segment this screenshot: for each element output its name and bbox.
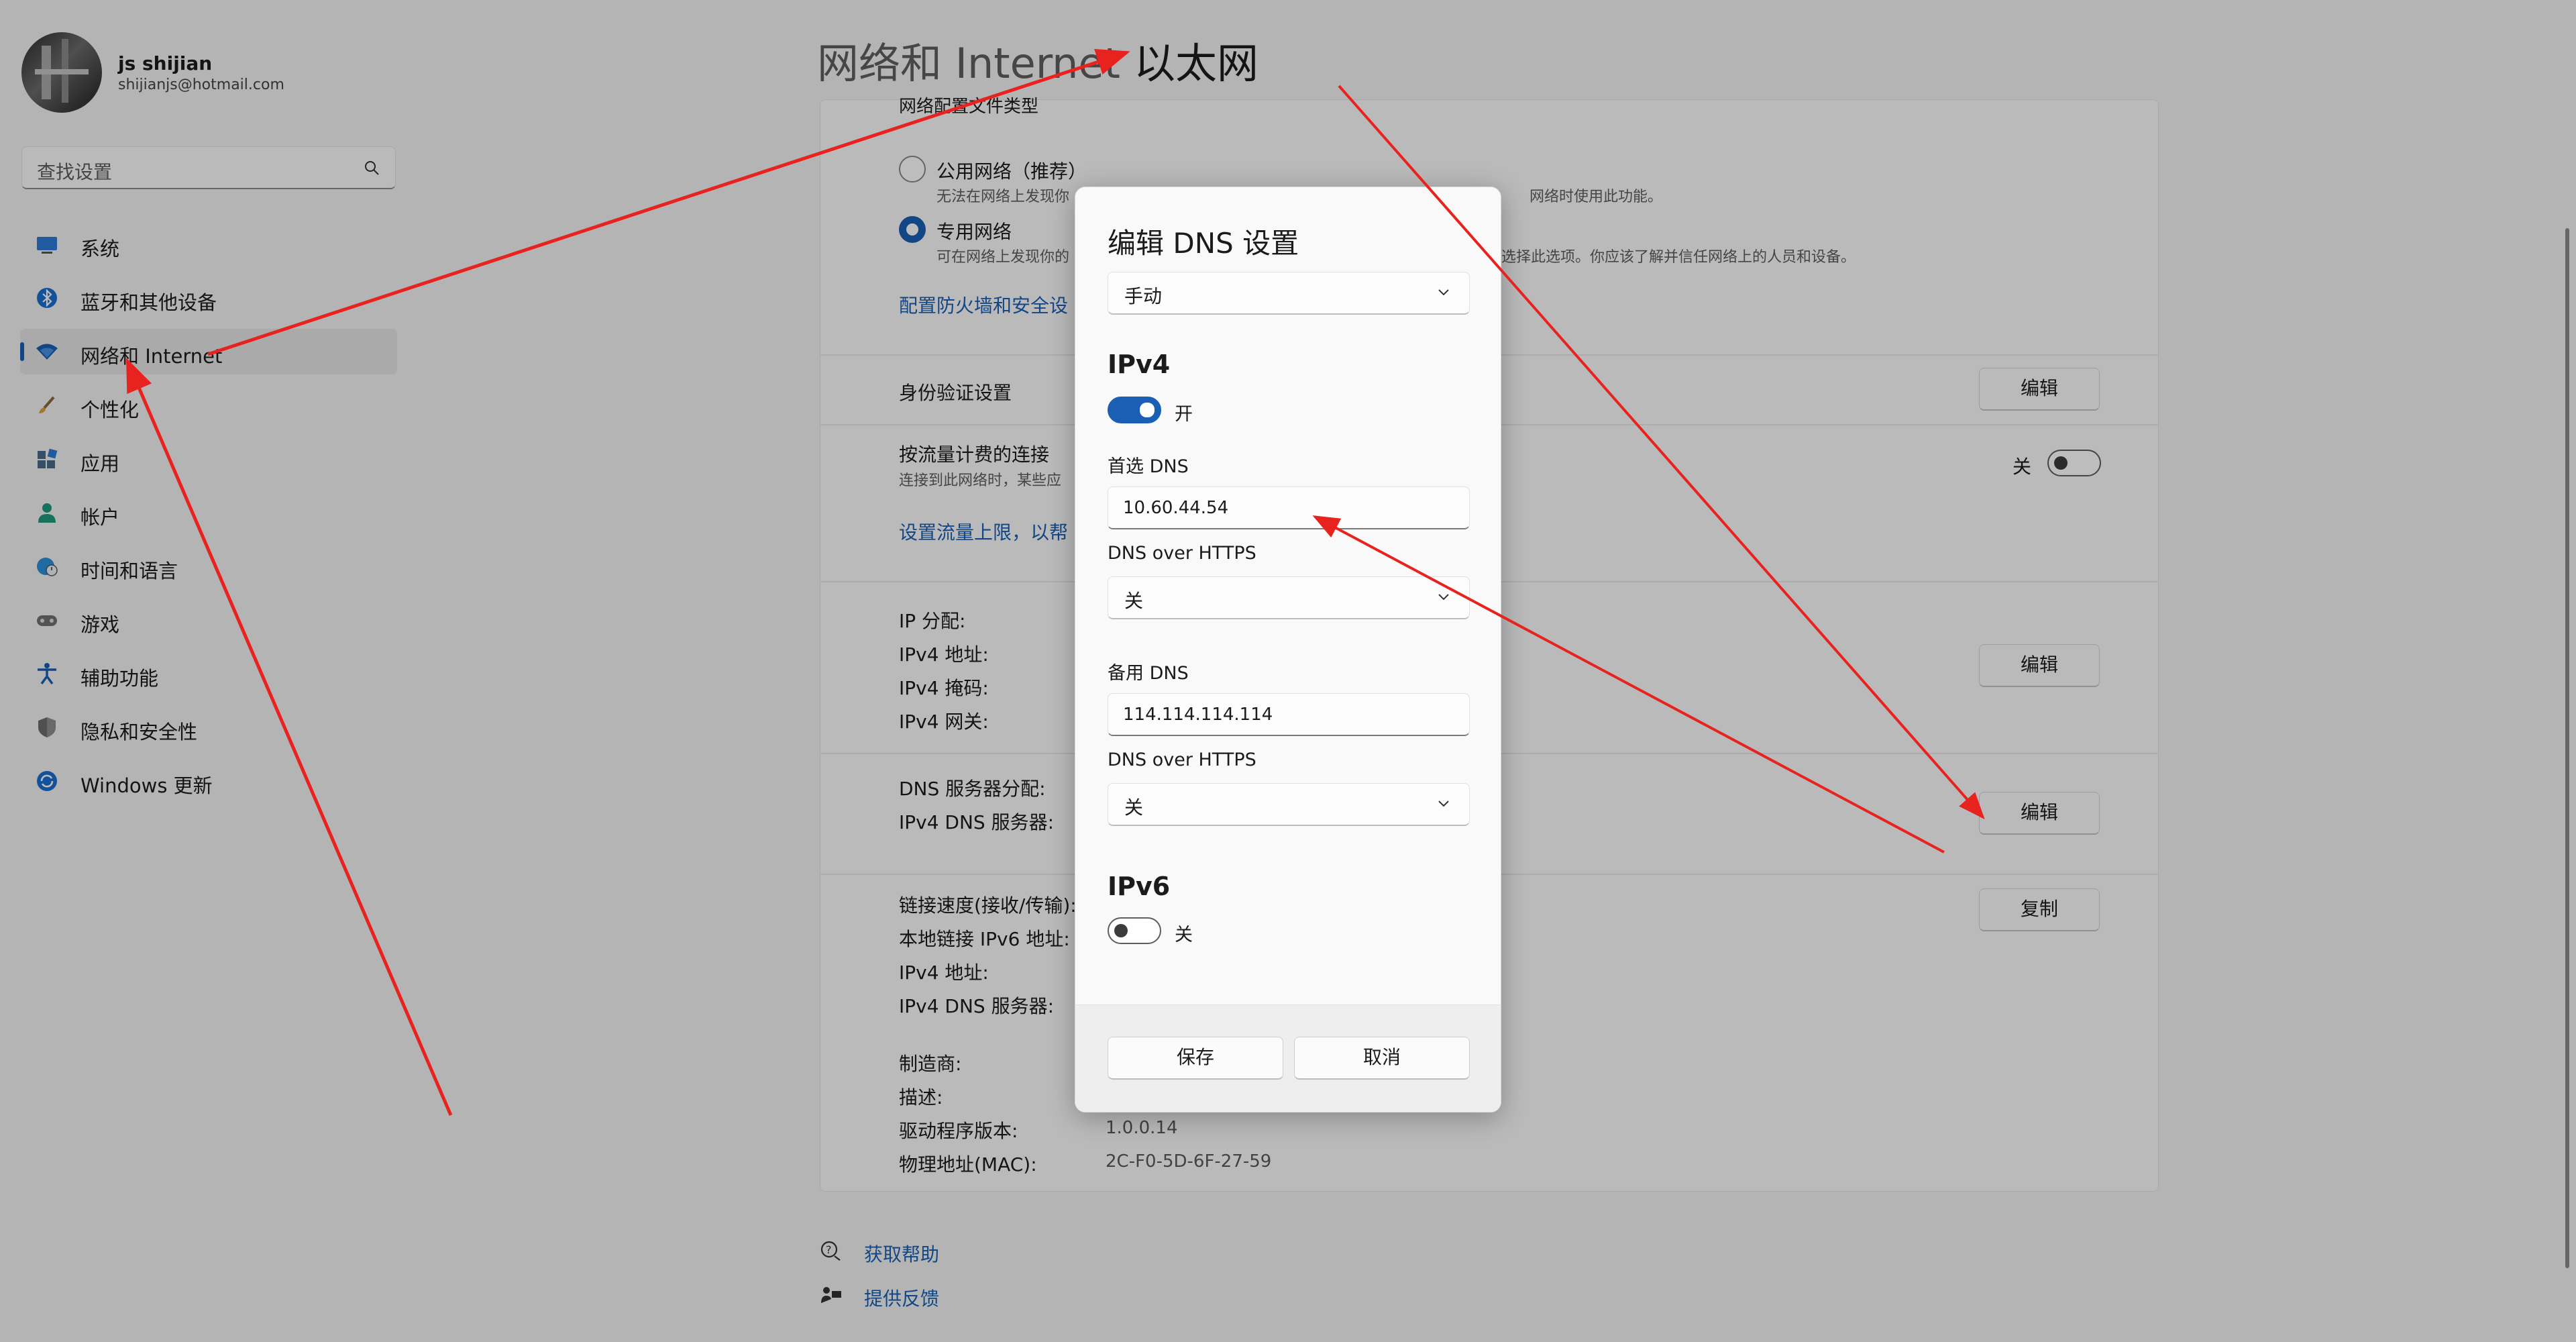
chevron-down-icon [1438, 289, 1449, 296]
ipv4-toggle[interactable] [1108, 397, 1161, 423]
ipv4-section-title: IPv4 [1108, 350, 1171, 379]
doh-label: DNS over HTTPS [1108, 750, 1256, 770]
preferred-dns-value: 10.60.44.54 [1123, 498, 1229, 518]
alternate-dns-input[interactable]: 114.114.114.114 [1108, 693, 1470, 736]
dns-mode-value: 手动 [1124, 285, 1163, 307]
ipv6-section-title: IPv6 [1108, 872, 1171, 901]
alternate-doh-value: 关 [1124, 796, 1144, 819]
ipv6-toggle-state: 关 [1175, 925, 1193, 945]
edit-dns-dialog: 编辑 DNS 设置 手动 IPv4 开 首选 DNS 10.60.44.54 D… [1075, 187, 1501, 1113]
alternate-dns-label: 备用 DNS [1108, 663, 1189, 684]
ipv6-toggle[interactable] [1108, 917, 1161, 944]
dns-mode-dropdown[interactable]: 手动 [1108, 272, 1470, 315]
ipv4-toggle-state: 开 [1175, 404, 1193, 425]
cancel-button[interactable]: 取消 [1294, 1037, 1470, 1080]
preferred-doh-dropdown[interactable]: 关 [1108, 576, 1470, 619]
preferred-doh-value: 关 [1124, 590, 1144, 612]
preferred-dns-input[interactable]: 10.60.44.54 [1108, 486, 1470, 529]
save-button[interactable]: 保存 [1108, 1037, 1283, 1080]
dialog-title: 编辑 DNS 设置 [1108, 227, 1299, 260]
doh-label: DNS over HTTPS [1108, 543, 1256, 564]
alternate-dns-value: 114.114.114.114 [1123, 705, 1273, 725]
preferred-dns-label: 首选 DNS [1108, 456, 1189, 477]
alternate-doh-dropdown[interactable]: 关 [1108, 783, 1470, 826]
chevron-down-icon [1438, 594, 1449, 601]
chevron-down-icon [1438, 801, 1449, 807]
settings-window: js shijian shijianjs@hotmail.com 查找设置 系统… [0, 0, 2576, 1342]
